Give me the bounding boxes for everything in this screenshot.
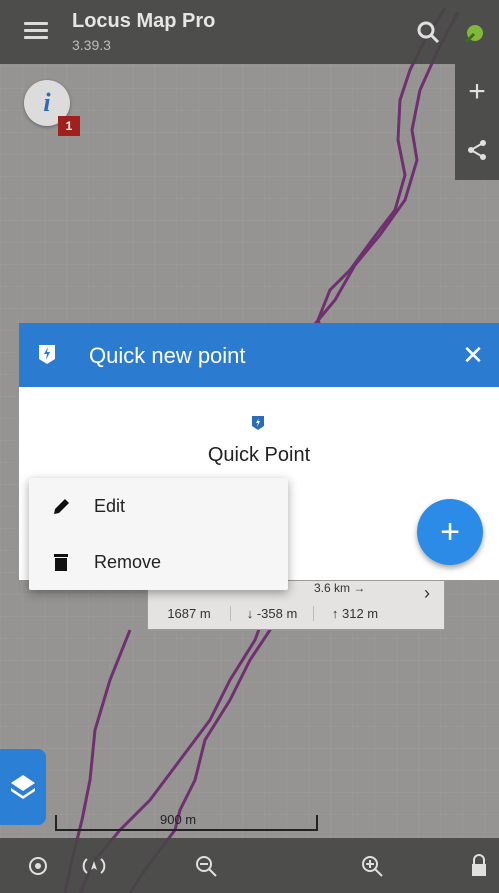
track-ascent: ↑ 312 m — [331, 605, 379, 621]
lock-icon[interactable] — [465, 852, 493, 880]
app-title: Locus Map Pro — [72, 10, 216, 32]
add-fab-button[interactable]: + — [417, 499, 483, 565]
track-length: 1687 m — [148, 605, 231, 621]
zoom-in-icon[interactable] — [358, 852, 386, 880]
next-arrow-button[interactable]: › — [410, 581, 444, 611]
add-button[interactable]: + — [455, 64, 499, 120]
menu-item-remove[interactable]: Remove — [29, 534, 288, 590]
top-app-bar: Locus Map Pro 3.39.3 — [0, 0, 499, 64]
track-distance: 3.6 km → — [314, 581, 366, 595]
dialog-title: Quick new point — [89, 343, 246, 368]
bottom-toolbar — [0, 838, 499, 893]
quick-point-icon — [39, 345, 55, 364]
menu-item-label: Edit — [94, 495, 126, 516]
menu-item-edit[interactable]: Edit — [29, 478, 288, 534]
rotate-map-icon[interactable] — [80, 852, 108, 880]
hamburger-menu-icon[interactable] — [24, 22, 48, 42]
gps-satellite-icon[interactable] — [460, 18, 490, 48]
track-stats-row: 1687 m ↓ -358 m ↑ 312 m — [148, 599, 396, 627]
info-count-badge: 1 — [58, 116, 80, 136]
point-marker-icon — [252, 416, 264, 430]
close-button[interactable]: ✕ — [459, 341, 487, 369]
layers-icon — [11, 775, 35, 799]
share-button[interactable] — [455, 122, 499, 178]
zoom-out-icon[interactable] — [192, 852, 220, 880]
track-descent: ↓ -358 m — [231, 605, 314, 621]
menu-item-label: Remove — [94, 551, 162, 572]
context-menu: Edit Remove — [29, 478, 288, 590]
search-icon[interactable] — [412, 16, 444, 48]
share-icon — [468, 140, 486, 160]
scale-label: 900 m — [160, 812, 197, 827]
pencil-icon — [54, 499, 69, 514]
trash-icon — [54, 554, 68, 571]
info-icon: i — [43, 88, 51, 117]
dialog-header: Quick new point ✕ — [19, 323, 499, 387]
right-toolbar: + — [455, 64, 499, 180]
layers-button[interactable] — [0, 749, 46, 825]
app-version: 3.39.3 — [72, 37, 111, 53]
point-name: Quick Point — [207, 444, 311, 466]
my-location-icon[interactable] — [24, 852, 52, 880]
